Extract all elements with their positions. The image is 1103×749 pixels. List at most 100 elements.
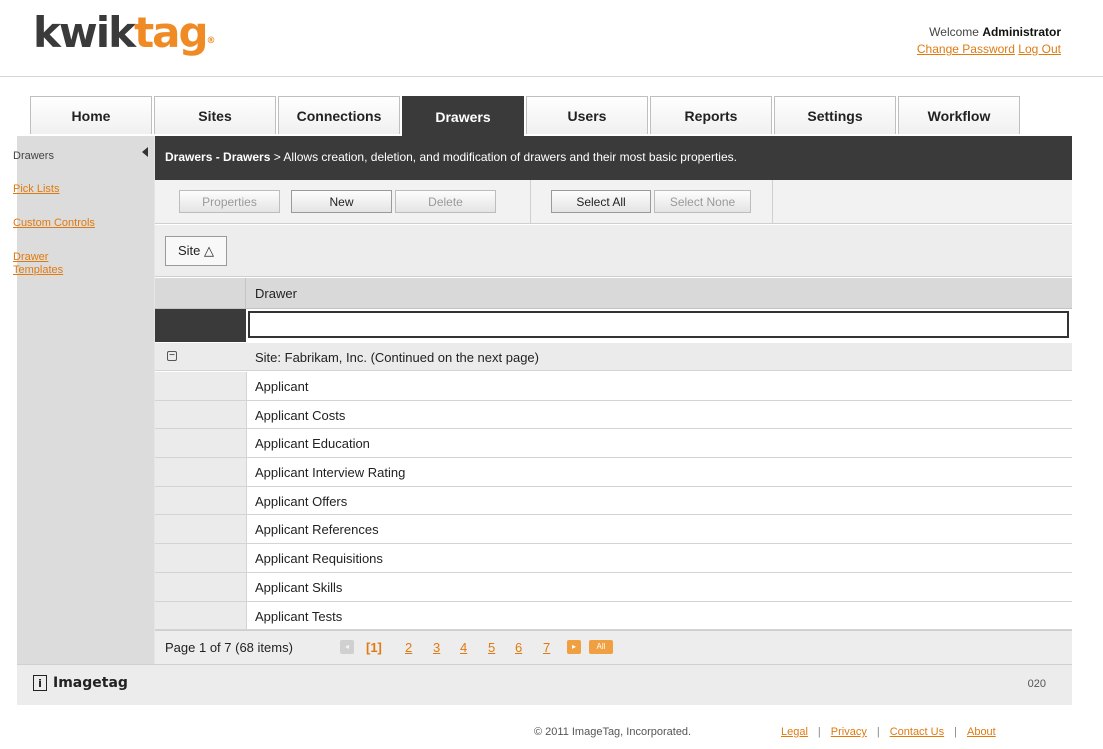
page-number[interactable]: 4 bbox=[460, 640, 467, 655]
table-row[interactable]: Applicant Offers bbox=[155, 486, 1072, 516]
tab-drawers[interactable]: Drawers bbox=[402, 96, 524, 136]
header-indent bbox=[155, 278, 246, 309]
drawer-cell: Applicant Education bbox=[246, 429, 1072, 458]
drawer-cell: Applicant Costs bbox=[246, 400, 1072, 429]
drawer-cell: Applicant Tests bbox=[246, 601, 1072, 630]
page-description: > Allows creation, deletion, and modific… bbox=[270, 150, 737, 164]
row-indent bbox=[155, 400, 246, 429]
row-indent bbox=[155, 572, 246, 601]
filter-indicator bbox=[155, 309, 246, 342]
table-row[interactable]: Applicant Tests bbox=[155, 601, 1072, 631]
group-row-label: Site: Fabrikam, Inc. (Continued on the n… bbox=[255, 350, 539, 365]
delete-button[interactable]: Delete bbox=[395, 190, 496, 213]
next-page-icon[interactable]: ▸ bbox=[567, 640, 581, 654]
kwiktag-logo: kwiktag® bbox=[33, 8, 216, 58]
group-by-panel: Site △ bbox=[155, 225, 1072, 277]
prev-page-icon[interactable]: ◂ bbox=[340, 640, 354, 654]
welcome-label: Welcome bbox=[929, 25, 979, 39]
filter-row bbox=[155, 309, 1072, 342]
grid-rows: Applicant Applicant Costs Applicant Educ… bbox=[155, 372, 1072, 631]
drawer-filter-input[interactable] bbox=[248, 311, 1069, 338]
main-tabs: Home Sites Connections Drawers Users Rep… bbox=[30, 96, 1022, 136]
tab-workflow[interactable]: Workflow bbox=[898, 96, 1020, 134]
toolbar-group-edit: Properties New Delete bbox=[155, 180, 531, 224]
welcome-panel: Welcome Administrator Change Password Lo… bbox=[917, 24, 1061, 58]
row-indent bbox=[155, 544, 246, 572]
change-password-link[interactable]: Change Password bbox=[917, 42, 1015, 56]
link-separator: | bbox=[954, 726, 957, 738]
link-separator: | bbox=[876, 726, 880, 738]
group-row-site: − Site: Fabrikam, Inc. (Continued on the… bbox=[155, 343, 1072, 371]
logout-link[interactable]: Log Out bbox=[1018, 42, 1061, 56]
contact-us-link[interactable]: Contact Us bbox=[890, 726, 944, 738]
legal-link[interactable]: Legal bbox=[781, 726, 808, 738]
drawer-cell: Applicant Interview Rating bbox=[246, 458, 1072, 486]
grid-header: Drawer bbox=[155, 278, 1072, 309]
all-pages-button[interactable]: All bbox=[589, 640, 613, 654]
table-row[interactable]: Applicant bbox=[155, 372, 1072, 401]
drawer-cell: Applicant References bbox=[246, 515, 1072, 544]
drawer-cell: Applicant Requisitions bbox=[246, 544, 1072, 572]
page-number-current[interactable]: [1] bbox=[366, 640, 382, 655]
sidebar-item-custom-controls[interactable]: Custom Controls bbox=[13, 217, 95, 230]
sidebar-item-drawer-templates[interactable]: Drawer Templates bbox=[13, 251, 83, 277]
collapse-arrow-icon[interactable] bbox=[142, 147, 148, 157]
tab-settings[interactable]: Settings bbox=[774, 96, 896, 134]
registered-mark: ® bbox=[206, 36, 216, 46]
table-row[interactable]: Applicant Skills bbox=[155, 572, 1072, 602]
sidebar bbox=[17, 136, 154, 664]
new-button[interactable]: New bbox=[291, 190, 392, 213]
tab-users[interactable]: Users bbox=[526, 96, 648, 134]
logo-text-tag: tag bbox=[134, 8, 208, 57]
pager-info: Page 1 of 7 (68 items) bbox=[165, 640, 293, 655]
imagetag-text: Imagetag bbox=[53, 675, 128, 691]
footer-links: Legal | Privacy | Contact Us | About bbox=[781, 726, 996, 738]
copyright: © 2011 ImageTag, Incorporated. bbox=[534, 726, 692, 738]
row-indent bbox=[155, 601, 246, 630]
toolbar: Properties New Delete Select All Select … bbox=[155, 180, 1072, 224]
row-indent bbox=[155, 372, 246, 400]
link-separator: | bbox=[817, 726, 821, 738]
pager: Page 1 of 7 (68 items) ◂ [1] 2 3 4 5 6 7… bbox=[155, 630, 1072, 664]
table-row[interactable]: Applicant Interview Rating bbox=[155, 458, 1072, 487]
imagetag-i-icon: i bbox=[33, 675, 47, 691]
tab-connections[interactable]: Connections bbox=[278, 96, 400, 134]
collapse-minus-icon[interactable]: − bbox=[167, 351, 177, 361]
toolbar-group-select: Select All Select None bbox=[531, 180, 773, 224]
privacy-link[interactable]: Privacy bbox=[831, 726, 867, 738]
row-indent bbox=[155, 486, 246, 515]
page-number[interactable]: 6 bbox=[515, 640, 522, 655]
sidebar-item-pick-lists[interactable]: Pick Lists bbox=[13, 183, 59, 196]
drawer-cell: Applicant bbox=[246, 372, 1072, 400]
table-row[interactable]: Applicant References bbox=[155, 515, 1072, 545]
page-code: 020 bbox=[1027, 678, 1046, 690]
page-number[interactable]: 3 bbox=[433, 640, 440, 655]
logo-text-kwik: kwik bbox=[33, 8, 136, 57]
tab-sites[interactable]: Sites bbox=[154, 96, 276, 134]
page-number[interactable]: 7 bbox=[543, 640, 550, 655]
breadcrumb: Drawers - Drawers > Allows creation, del… bbox=[155, 136, 1072, 180]
tab-reports[interactable]: Reports bbox=[650, 96, 772, 134]
column-header-drawer[interactable]: Drawer bbox=[255, 286, 297, 301]
table-row[interactable]: Applicant Costs bbox=[155, 400, 1072, 430]
site-group-chip[interactable]: Site △ bbox=[165, 236, 227, 266]
select-all-button[interactable]: Select All bbox=[551, 190, 651, 213]
header-divider bbox=[0, 76, 1103, 77]
user-name: Administrator bbox=[982, 25, 1061, 39]
imagetag-logo: i Imagetag bbox=[33, 675, 128, 691]
about-link[interactable]: About bbox=[967, 726, 996, 738]
page-title: Drawers - Drawers bbox=[165, 150, 271, 164]
page-number[interactable]: 5 bbox=[488, 640, 495, 655]
row-indent bbox=[155, 429, 246, 458]
drawer-cell: Applicant Offers bbox=[246, 486, 1072, 515]
table-row[interactable]: Applicant Education bbox=[155, 429, 1072, 459]
page-number[interactable]: 2 bbox=[405, 640, 412, 655]
sidebar-item-drawers[interactable]: Drawers bbox=[13, 150, 54, 163]
tab-home[interactable]: Home bbox=[30, 96, 152, 134]
properties-button[interactable]: Properties bbox=[179, 190, 280, 213]
table-row[interactable]: Applicant Requisitions bbox=[155, 544, 1072, 573]
drawer-cell: Applicant Skills bbox=[246, 572, 1072, 601]
select-none-button[interactable]: Select None bbox=[654, 190, 751, 213]
footer-bar: i Imagetag 020 bbox=[17, 664, 1072, 705]
row-indent bbox=[155, 515, 246, 544]
